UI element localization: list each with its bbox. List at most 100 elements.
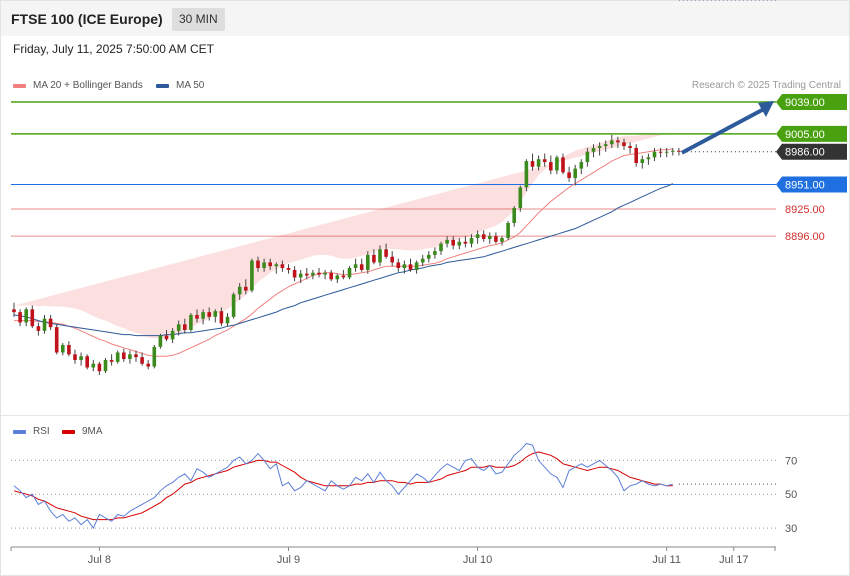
candle-body bbox=[506, 223, 510, 239]
candle-body bbox=[262, 262, 266, 269]
candle-body bbox=[207, 312, 211, 317]
candle-body bbox=[628, 146, 632, 148]
candle-body bbox=[73, 354, 77, 360]
candle-body bbox=[317, 272, 321, 275]
candle-body bbox=[512, 208, 516, 224]
candle-body bbox=[518, 187, 523, 209]
candle-body bbox=[494, 236, 498, 242]
candle-body bbox=[115, 352, 120, 362]
candle-body bbox=[225, 316, 230, 324]
candle-body bbox=[158, 335, 163, 347]
x-tick-label: Jul 8 bbox=[88, 554, 111, 566]
candle-body bbox=[36, 326, 41, 331]
candle-body bbox=[616, 140, 620, 143]
candle-body bbox=[658, 151, 663, 153]
candle-body bbox=[671, 150, 675, 152]
projection-arrow bbox=[680, 107, 765, 155]
candle-body bbox=[610, 140, 614, 145]
candle-body bbox=[634, 147, 638, 163]
candle-body bbox=[329, 272, 333, 280]
candle-body bbox=[164, 335, 169, 340]
candle-body bbox=[481, 234, 486, 239]
candle-body bbox=[195, 314, 199, 319]
level-label: 9039.00 bbox=[785, 97, 825, 109]
candle-body bbox=[420, 258, 425, 263]
candle-body bbox=[30, 309, 35, 327]
candle-body bbox=[457, 241, 462, 246]
rsi-level-label: 70 bbox=[785, 455, 797, 467]
candle-body bbox=[292, 269, 297, 278]
candle-body bbox=[237, 286, 242, 295]
candle-body bbox=[677, 150, 681, 152]
candle-body bbox=[439, 243, 443, 252]
x-tick-label: Jul 17 bbox=[719, 554, 748, 566]
level-label: 9005.00 bbox=[785, 129, 825, 141]
rsi-level-label: 30 bbox=[785, 523, 797, 535]
candle-body bbox=[280, 264, 285, 269]
candle-body bbox=[408, 264, 413, 270]
candle-body bbox=[42, 318, 47, 331]
x-tick-label: Jul 11 bbox=[652, 554, 681, 566]
candle-body bbox=[85, 356, 89, 368]
candle-body bbox=[103, 359, 108, 372]
candle-body bbox=[640, 159, 645, 163]
candle-body bbox=[18, 312, 22, 323]
candle-body bbox=[286, 268, 291, 270]
candle-body bbox=[579, 162, 584, 169]
candle-body bbox=[122, 352, 126, 360]
candle-body bbox=[24, 309, 28, 323]
candle-body bbox=[323, 272, 327, 275]
candle-body bbox=[488, 236, 492, 239]
candle-body bbox=[97, 363, 102, 372]
candle-body bbox=[250, 260, 254, 291]
candle-body bbox=[585, 151, 590, 163]
candle-body bbox=[524, 161, 529, 188]
x-tick-label: Jul 9 bbox=[277, 554, 300, 566]
candle-body bbox=[176, 324, 181, 331]
candle-body bbox=[268, 262, 272, 267]
candle-body bbox=[134, 354, 138, 358]
candle-body bbox=[128, 354, 132, 360]
rsi-level-label: 50 bbox=[785, 489, 797, 501]
candle-body bbox=[359, 264, 364, 270]
candle-body bbox=[469, 238, 474, 244]
level-label: 8951.00 bbox=[785, 180, 825, 192]
candle-body bbox=[573, 168, 577, 178]
candle-body bbox=[603, 144, 608, 147]
candle-body bbox=[402, 264, 407, 269]
candle-body bbox=[366, 254, 370, 270]
candle-body bbox=[646, 157, 651, 160]
candle-body bbox=[542, 159, 547, 163]
candle-body bbox=[414, 262, 419, 270]
candle-body bbox=[555, 157, 559, 171]
candle-body bbox=[433, 251, 437, 255]
candle-body bbox=[451, 239, 455, 246]
level-label: 8925.00 bbox=[785, 204, 825, 216]
candle-body bbox=[213, 311, 218, 317]
candle-body bbox=[189, 314, 193, 330]
candle-body bbox=[67, 344, 71, 355]
candle-body bbox=[140, 357, 144, 364]
candle-body bbox=[597, 146, 602, 148]
candle-body bbox=[244, 286, 248, 291]
candle-body bbox=[567, 172, 571, 178]
candle-body bbox=[427, 254, 431, 259]
candle-body bbox=[536, 159, 541, 167]
candle-body bbox=[201, 312, 205, 319]
candle-body bbox=[183, 324, 187, 330]
candle-body bbox=[664, 151, 669, 153]
candle-body bbox=[549, 162, 553, 171]
level-label: 8896.00 bbox=[785, 231, 825, 243]
candle-body bbox=[231, 294, 236, 317]
candle-body bbox=[353, 264, 358, 269]
candle-body bbox=[445, 239, 449, 244]
candle-body bbox=[219, 311, 224, 324]
price-chart: 9039.00 9005.00 8986.00 8951.00 8925.00 8896.… bbox=[10, 0, 847, 566]
candle-body bbox=[311, 272, 315, 276]
candle-body bbox=[390, 256, 394, 263]
candle-body bbox=[561, 157, 565, 173]
rsi-9ma-line bbox=[13, 451, 673, 521]
bollinger-band bbox=[14, 132, 673, 339]
candle-body bbox=[341, 275, 346, 278]
candle-body bbox=[384, 249, 388, 257]
